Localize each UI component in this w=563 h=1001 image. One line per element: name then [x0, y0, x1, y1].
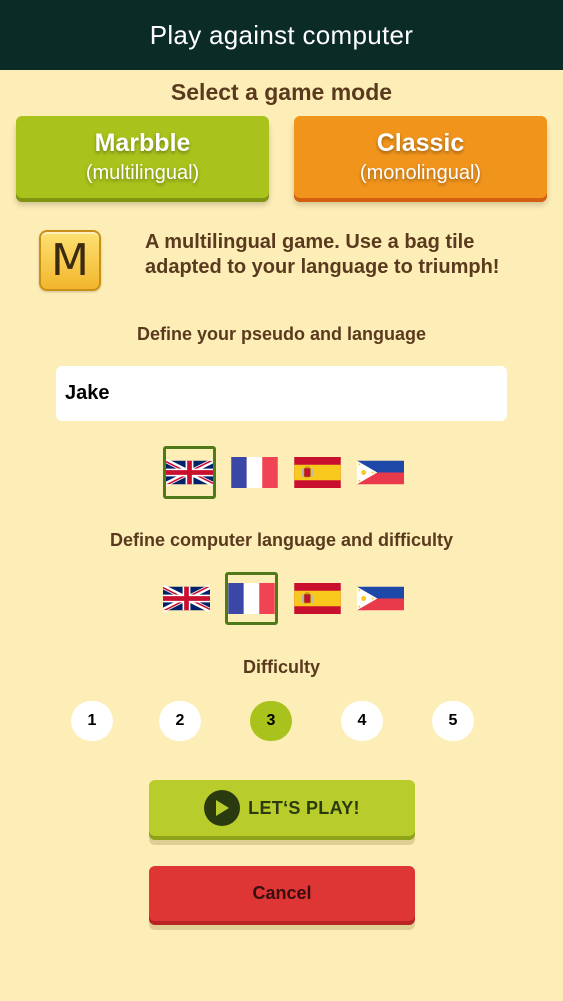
computer-language-heading: Define computer language and difficulty: [109, 530, 454, 550]
computer-language-french[interactable]: [225, 572, 278, 625]
difficulty-2-button[interactable]: 2: [159, 701, 201, 741]
france-flag-icon: [231, 457, 278, 488]
lets-play-button[interactable]: LET‘S PLAY!: [149, 780, 415, 836]
difficulty-5-button[interactable]: 5: [432, 701, 474, 741]
play-label: LET‘S PLAY!: [248, 797, 360, 818]
uk-flag-icon: [163, 583, 210, 614]
mode-name: Marbble: [94, 129, 191, 157]
app-header: Play against computer: [0, 0, 563, 70]
france-flag-icon: [228, 583, 275, 614]
difficulty-3-button[interactable]: 3: [250, 701, 292, 741]
letter-tile-icon: M: [39, 230, 101, 291]
player-language-spanish[interactable]: [291, 446, 344, 499]
computer-language-english[interactable]: [160, 572, 213, 625]
page-title: Play against computer: [149, 19, 414, 50]
mode-description: A multilingual game. Use a bag tile adap…: [145, 231, 500, 278]
player-language-filipino[interactable]: [354, 446, 407, 499]
spain-flag-icon: [294, 583, 341, 614]
difficulty-heading: Difficulty: [242, 657, 320, 677]
philippines-flag-icon: [357, 457, 404, 488]
game-mode-heading: Select a game mode: [170, 79, 393, 105]
computer-language-spanish[interactable]: [291, 572, 344, 625]
play-icon: [204, 790, 241, 826]
cancel-label: Cancel: [252, 883, 312, 903]
philippines-flag-icon: [357, 583, 404, 614]
pseudo-language-heading: Define your pseudo and language: [136, 324, 427, 344]
mode-subtitle: (monolingual): [359, 162, 482, 184]
marbble-mode-button[interactable]: Marbble (multilingual): [16, 116, 269, 198]
difficulty-4-button[interactable]: 4: [341, 701, 383, 741]
classic-mode-button[interactable]: Classic (monolingual): [294, 116, 547, 198]
mode-subtitle: (multilingual): [85, 162, 200, 184]
mode-name: Classic: [376, 129, 465, 157]
computer-language-filipino[interactable]: [354, 572, 407, 625]
player-language-french[interactable]: [228, 446, 281, 499]
spain-flag-icon: [294, 457, 341, 488]
uk-flag-icon: [166, 457, 213, 488]
player-language-english[interactable]: [163, 446, 216, 499]
cancel-button[interactable]: Cancel: [149, 866, 415, 921]
pseudo-input[interactable]: [56, 366, 507, 421]
difficulty-1-button[interactable]: 1: [71, 701, 113, 741]
